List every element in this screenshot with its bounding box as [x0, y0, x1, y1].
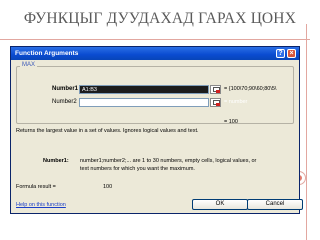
number1-input[interactable]: A1:B3	[79, 85, 209, 94]
decor-vertical-line	[306, 24, 307, 240]
argument-description-line1: number1;number2;... are 1 to 30 numbers,…	[80, 158, 257, 164]
dialog-title: Function Arguments	[15, 50, 79, 57]
slide-title: ФУНКЦЫГ ДУУДАХАД ГАРАХ ЦОНХ	[23, 10, 297, 27]
overall-result: = 100	[224, 119, 238, 125]
number1-label: Number1	[52, 86, 79, 92]
function-arguments-dialog: Function Arguments ? × MAX Number1 A1:B3…	[10, 46, 303, 214]
arguments-groupbox	[16, 66, 294, 124]
help-button[interactable]: ?	[276, 49, 285, 58]
red-arrow-icon	[216, 90, 220, 93]
formula-result-label: Formula result =	[16, 184, 56, 190]
ok-button[interactable]: OK	[192, 199, 248, 210]
number2-label: Number2	[52, 99, 77, 105]
decor-horizontal-line	[0, 39, 310, 40]
argument-description-line2: text numbers for which you want the maxi…	[80, 166, 195, 172]
argument-description-name: Number1:	[43, 158, 69, 164]
number1-collapse-button[interactable]	[210, 85, 221, 94]
number2-collapse-button[interactable]	[210, 98, 221, 107]
number2-result: = number	[224, 99, 248, 105]
function-description: Returns the largest value in a set of va…	[16, 128, 199, 134]
number2-input[interactable]	[79, 98, 209, 107]
dialog-title-bar[interactable]: Function Arguments ? ×	[11, 47, 299, 60]
cancel-button[interactable]: Cancel	[247, 199, 303, 210]
red-arrow-icon	[216, 103, 220, 106]
close-button[interactable]: ×	[287, 49, 296, 58]
number1-result: = {100\70;90\60;80\5\	[224, 86, 277, 92]
help-on-function-link[interactable]: Help on this function	[16, 202, 66, 208]
function-name-label: MAX	[20, 62, 38, 68]
formula-result-value: 100	[103, 184, 113, 190]
